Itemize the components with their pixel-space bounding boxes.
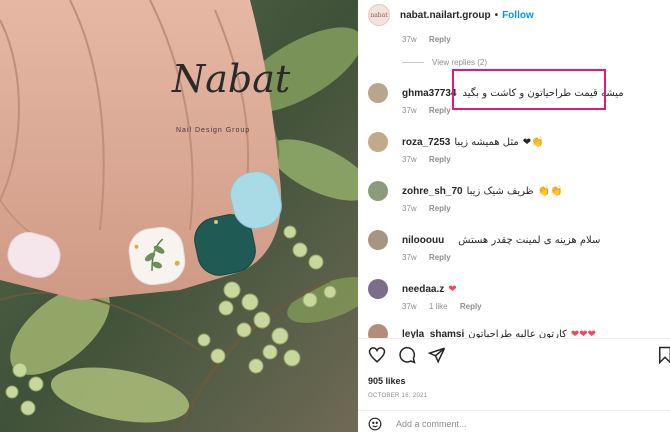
commenter-username[interactable]: zohre_sh_70 (402, 186, 463, 197)
comment-row: needaa.z ❤ (368, 278, 664, 300)
comment-emoji: ❤❤❤ (570, 328, 596, 339)
comment-row: leyla_shamsi کارتون عالیه طراحیاتون ❤❤❤ (368, 323, 664, 338)
comment-row: zohre_sh_70 ظریف شیک زیبا 👏👏 (368, 180, 664, 202)
commenter-username[interactable]: ghma37734 (402, 88, 456, 99)
add-comment-bar: Add a comment... (358, 416, 670, 432)
commenter-username[interactable]: roza_7253 (402, 137, 450, 148)
commenter-username[interactable]: leyla_shamsi (402, 329, 464, 339)
add-comment-input[interactable]: Add a comment... (396, 419, 467, 429)
highlight-box (452, 69, 606, 110)
svg-text:Nail Design Group: Nail Design Group (176, 127, 250, 134)
comment-age: 37w (402, 155, 417, 164)
comment-meta: 37w 1 like Reply (402, 302, 492, 311)
reply-button[interactable]: Reply (429, 106, 451, 115)
commenter-avatar[interactable] (368, 324, 388, 338)
comment-row: nilooouu سلام هزینه ی لمینت چقدر هستش (368, 229, 664, 251)
post-date: OCTOBER 16, 2021 (368, 393, 428, 399)
commenter-avatar[interactable] (368, 279, 388, 299)
commenter-avatar[interactable] (368, 181, 388, 201)
post-actions (368, 346, 446, 364)
comment-emoji: 👏👏 (537, 185, 563, 197)
reply-button[interactable]: Reply (429, 35, 451, 44)
commenter-username[interactable]: nilooouu (402, 235, 444, 246)
comment-meta: 37w Reply (402, 253, 461, 262)
view-replies-button[interactable]: View replies (2) (402, 58, 487, 67)
commenter-avatar[interactable] (368, 83, 388, 103)
reply-button[interactable]: Reply (429, 155, 451, 164)
likes-count[interactable]: 905 likes (368, 376, 406, 386)
comment-meta: 37w Reply (402, 204, 461, 213)
comment-emoji: ❤👏 (522, 136, 544, 148)
follow-button[interactable]: Follow (502, 10, 534, 21)
actions-divider (358, 338, 670, 339)
comment-text: سلام هزینه ی لمینت چقدر هستش (458, 234, 601, 246)
add-comment-divider (358, 410, 670, 411)
comment-age: 37w (402, 35, 417, 44)
view-replies-label[interactable]: View replies (2) (432, 58, 487, 67)
separator-dot: • (494, 9, 499, 21)
heart-icon[interactable] (368, 346, 386, 364)
commenter-username[interactable]: needaa.z (402, 284, 444, 295)
comment-likes[interactable]: 1 like (429, 302, 448, 311)
comment-age: 37w (402, 106, 417, 115)
comment-row: roza_7253 مثل همیشه زیبا ❤👏 (368, 131, 664, 153)
commenter-avatar[interactable] (368, 132, 388, 152)
author-username[interactable]: nabat.nailart.group (400, 10, 491, 21)
post-panel: nabat nabat.nailart.group • Follow 37w R… (358, 0, 670, 432)
comment-text: ظریف شیک زیبا (466, 185, 534, 197)
bookmark-icon[interactable] (656, 346, 670, 364)
comment-meta: 37w Reply (402, 35, 461, 44)
reply-button[interactable]: Reply (429, 253, 451, 262)
comment-text: مثل همیشه زیبا (454, 136, 519, 148)
comment-age: 37w (402, 204, 417, 213)
emoji-icon[interactable] (368, 417, 382, 431)
comment-emoji: ❤ (448, 283, 457, 295)
post-image: Nabat Nail Design Group (0, 0, 358, 432)
watermark-logo: Nabat (171, 57, 291, 101)
post-header: nabat nabat.nailart.group • Follow (358, 0, 670, 30)
comment-meta: 37w Reply (402, 155, 461, 164)
comment-age: 37w (402, 253, 417, 262)
comment-age: 37w (402, 302, 417, 311)
reply-button[interactable]: Reply (460, 302, 482, 311)
share-icon[interactable] (428, 346, 446, 364)
commenter-avatar[interactable] (368, 230, 388, 250)
comment-text: کارتون عالیه طراحیاتون (468, 328, 567, 339)
reply-button[interactable]: Reply (429, 204, 451, 213)
author-avatar[interactable]: nabat (368, 4, 390, 26)
comment-icon[interactable] (398, 346, 416, 364)
replies-line (402, 62, 424, 63)
